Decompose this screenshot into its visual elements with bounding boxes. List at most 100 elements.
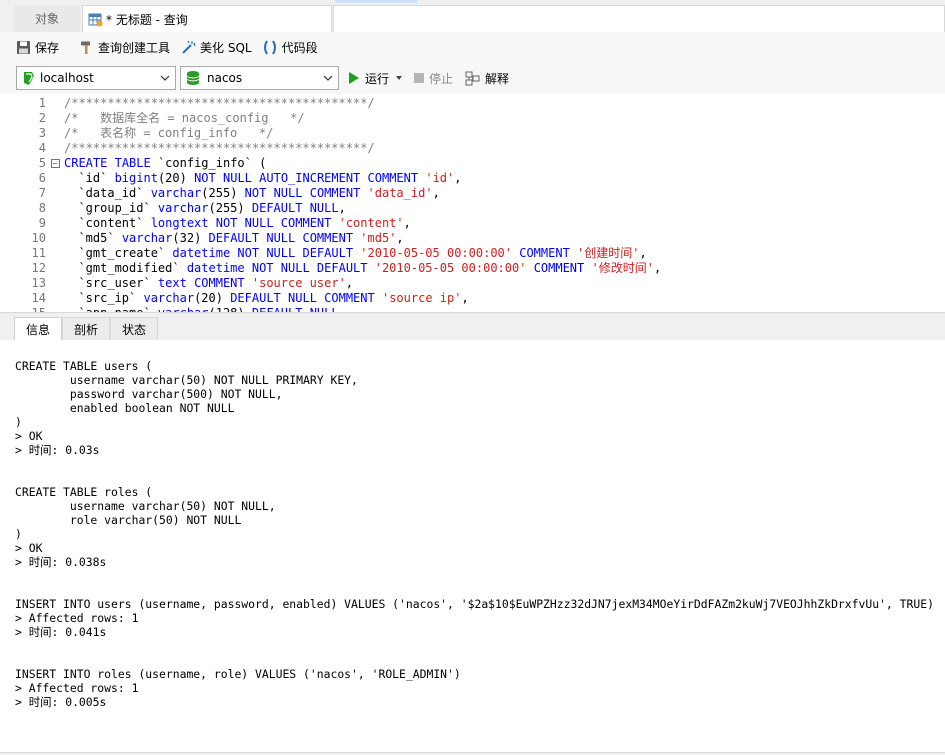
editor-line[interactable]: 1 /**************************************… <box>10 96 661 111</box>
run-label: 运行 <box>365 71 390 86</box>
database-icon <box>186 71 200 85</box>
fold-gutter <box>46 111 64 126</box>
caret-down-icon[interactable] <box>395 74 403 82</box>
line-number: 11 <box>31 246 46 260</box>
code-text: `md5` varchar(32) DEFAULT NULL COMMENT '… <box>64 231 404 245</box>
connection-icon <box>24 72 34 85</box>
database-value: nacos <box>207 71 243 85</box>
fold-gutter <box>46 126 64 141</box>
hammer-icon <box>81 41 91 54</box>
line-number: 10 <box>31 231 46 245</box>
stop-button[interactable]: 停止 <box>413 67 453 89</box>
line-number: 1 <box>38 96 46 110</box>
code-text: `content` longtext NOT NULL COMMENT 'con… <box>64 216 411 230</box>
tab-accent <box>335 0 417 3</box>
code-text: /* 数据库全名 = nacos_config */ <box>64 111 305 125</box>
editor-line[interactable]: 11 `gmt_create` datetime NOT NULL DEFAUL… <box>10 246 661 261</box>
fold-collapse-icon[interactable]: − <box>50 159 60 168</box>
tab-objects[interactable]: 对象 <box>14 5 80 32</box>
line-number: 6 <box>38 171 46 185</box>
editor-line[interactable]: 14 `src_ip` varchar(20) DEFAULT NULL COM… <box>10 291 661 306</box>
magic-wand-icon <box>182 40 196 54</box>
line-number: 5 <box>38 156 46 170</box>
code-text: CREATE TABLE `config_info` ( <box>64 156 267 170</box>
connection-select[interactable]: localhost <box>16 66 176 90</box>
line-number: 14 <box>31 291 46 305</box>
editor-line[interactable]: 8 `group_id` varchar(255) DEFAULT NULL, <box>10 201 661 216</box>
code-text: `data_id` varchar(255) NOT NULL COMMENT … <box>64 186 440 200</box>
editor-line[interactable]: 10 `md5` varchar(32) DEFAULT NULL COMMEN… <box>10 231 661 246</box>
chevron-down-icon <box>160 75 170 81</box>
fold-gutter <box>46 261 64 276</box>
tab-status[interactable]: 状态 <box>110 317 158 341</box>
code-text: `src_ip` varchar(20) DEFAULT NULL COMMEN… <box>64 291 469 305</box>
fold-gutter <box>46 171 64 186</box>
code-text: `src_user` text COMMENT 'source user', <box>64 276 354 290</box>
line-number: 12 <box>31 261 46 275</box>
stop-label: 停止 <box>429 71 454 86</box>
code-text: `gmt_create` datetime NOT NULL DEFAULT '… <box>64 246 647 260</box>
query-builder-button[interactable]: 查询创建工具 <box>79 36 170 58</box>
editor-lines: 1 /**************************************… <box>10 96 662 312</box>
explain-button[interactable]: 解释 <box>465 67 509 89</box>
code-text: `id` bigint(20) NOT NULL AUTO_INCREMENT … <box>64 171 462 185</box>
fold-gutter: − <box>46 156 64 171</box>
fold-gutter <box>46 96 64 111</box>
tab-objects-label: 对象 <box>34 12 59 26</box>
explain-label: 解释 <box>485 71 510 86</box>
fold-gutter <box>46 141 64 156</box>
run-button[interactable]: 运行 <box>347 67 403 89</box>
editor-line[interactable]: 13 `src_user` text COMMENT 'source user'… <box>10 276 661 291</box>
editor-line[interactable]: 6 `id` bigint(20) NOT NULL AUTO_INCREMEN… <box>10 171 661 186</box>
tab-info-label: 信息 <box>25 323 50 337</box>
editor-line[interactable]: 4 /**************************************… <box>10 141 661 156</box>
tab-query[interactable]: * 无标题 - 查询 <box>82 5 332 32</box>
sql-editor[interactable]: 1 /**************************************… <box>0 94 945 312</box>
code-text: /***************************************… <box>64 96 375 110</box>
line-number: 4 <box>38 141 46 155</box>
editor-line[interactable]: 3 /* 表名称 = config_info */ <box>10 126 661 141</box>
connection-value: localhost <box>40 71 94 85</box>
fold-gutter <box>46 201 64 216</box>
explain-icon <box>465 71 480 85</box>
fold-gutter <box>46 291 64 306</box>
line-number: 9 <box>38 216 46 230</box>
fold-gutter <box>46 246 64 261</box>
line-number: 13 <box>31 276 46 290</box>
fold-gutter <box>46 231 64 246</box>
code-text: /* 表名称 = config_info */ <box>64 126 274 140</box>
editor-line[interactable]: 7 `data_id` varchar(255) NOT NULL COMMEN… <box>10 186 661 201</box>
fold-gutter <box>46 276 64 291</box>
tab-query-label: * 无标题 - 查询 <box>106 12 188 27</box>
play-icon <box>349 72 359 84</box>
editor-line[interactable]: 9 `content` longtext NOT NULL COMMENT 'c… <box>10 216 661 231</box>
tab-bar: 对象 * 无标题 - 查询 <box>0 0 945 32</box>
parentheses-icon <box>263 39 276 55</box>
fold-gutter <box>46 216 64 231</box>
tab-status-label: 状态 <box>121 323 146 337</box>
tab-area <box>333 5 945 32</box>
code-text: /***************************************… <box>64 141 375 155</box>
message-output[interactable]: CREATE TABLE users ( username varchar(50… <box>0 340 945 755</box>
database-select[interactable]: nacos <box>180 66 339 90</box>
fold-gutter <box>46 186 64 201</box>
tab-profile[interactable]: 剖析 <box>62 317 110 341</box>
code-snippet-button[interactable]: 代码段 <box>262 36 318 58</box>
editor-line[interactable]: 12 `gmt_modified` datetime NOT NULL DEFA… <box>10 261 662 276</box>
toolbar: 保存 查询创建工具 美化 SQL 代码段 <box>0 32 945 62</box>
code-text: `gmt_modified` datetime NOT NULL DEFAULT… <box>64 261 662 275</box>
code-text: `group_id` varchar(255) DEFAULT NULL, <box>64 201 346 215</box>
beautify-sql-button[interactable]: 美化 SQL <box>180 36 252 58</box>
save-button[interactable]: 保存 <box>16 36 59 58</box>
tab-info[interactable]: 信息 <box>14 317 62 341</box>
query-table-icon <box>88 12 103 27</box>
save-label: 保存 <box>35 40 60 55</box>
chevron-down-icon <box>323 75 333 81</box>
tab-profile-label: 剖析 <box>73 323 98 337</box>
output-text: CREATE TABLE users ( username varchar(50… <box>15 359 934 709</box>
query-builder-label: 查询创建工具 <box>98 40 171 55</box>
editor-line[interactable]: 2 /* 数据库全名 = nacos_config */ <box>10 111 661 126</box>
beautify-sql-label: 美化 SQL <box>200 40 252 55</box>
save-icon <box>17 40 30 54</box>
editor-line[interactable]: 5− CREATE TABLE `config_info` ( <box>10 156 661 171</box>
